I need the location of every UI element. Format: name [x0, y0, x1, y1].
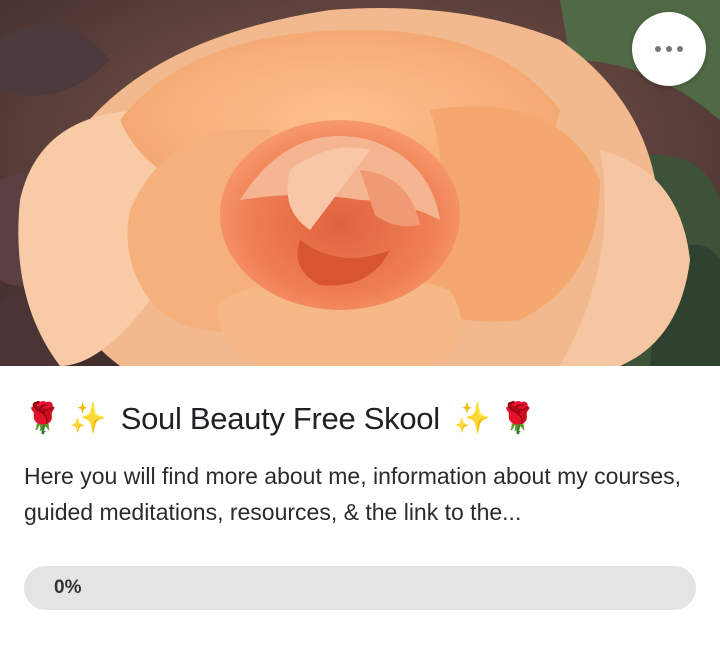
progress-label: 0%	[54, 577, 82, 598]
sparkles-icon: ✨	[453, 401, 492, 436]
rose-icon: 🌹	[24, 401, 62, 436]
more-options-button[interactable]	[632, 12, 706, 86]
course-title-row: 🌹 ✨ Soul Beauty Free Skool ✨ 🌹	[24, 396, 537, 442]
rose-photo	[0, 0, 720, 366]
sparkles-icon: ✨	[69, 401, 107, 436]
more-horizontal-icon	[655, 46, 683, 52]
course-card[interactable]: 🌹 ✨ Soul Beauty Free Skool ✨ 🌹 Here you …	[0, 0, 720, 653]
course-title: Soul Beauty Free Skool	[120, 401, 440, 436]
course-description: Here you will find more about me, inform…	[24, 463, 682, 525]
course-cover-image[interactable]	[0, 0, 720, 366]
course-progress-bar: 0%	[24, 566, 696, 610]
rose-icon: 🌹	[499, 401, 537, 436]
